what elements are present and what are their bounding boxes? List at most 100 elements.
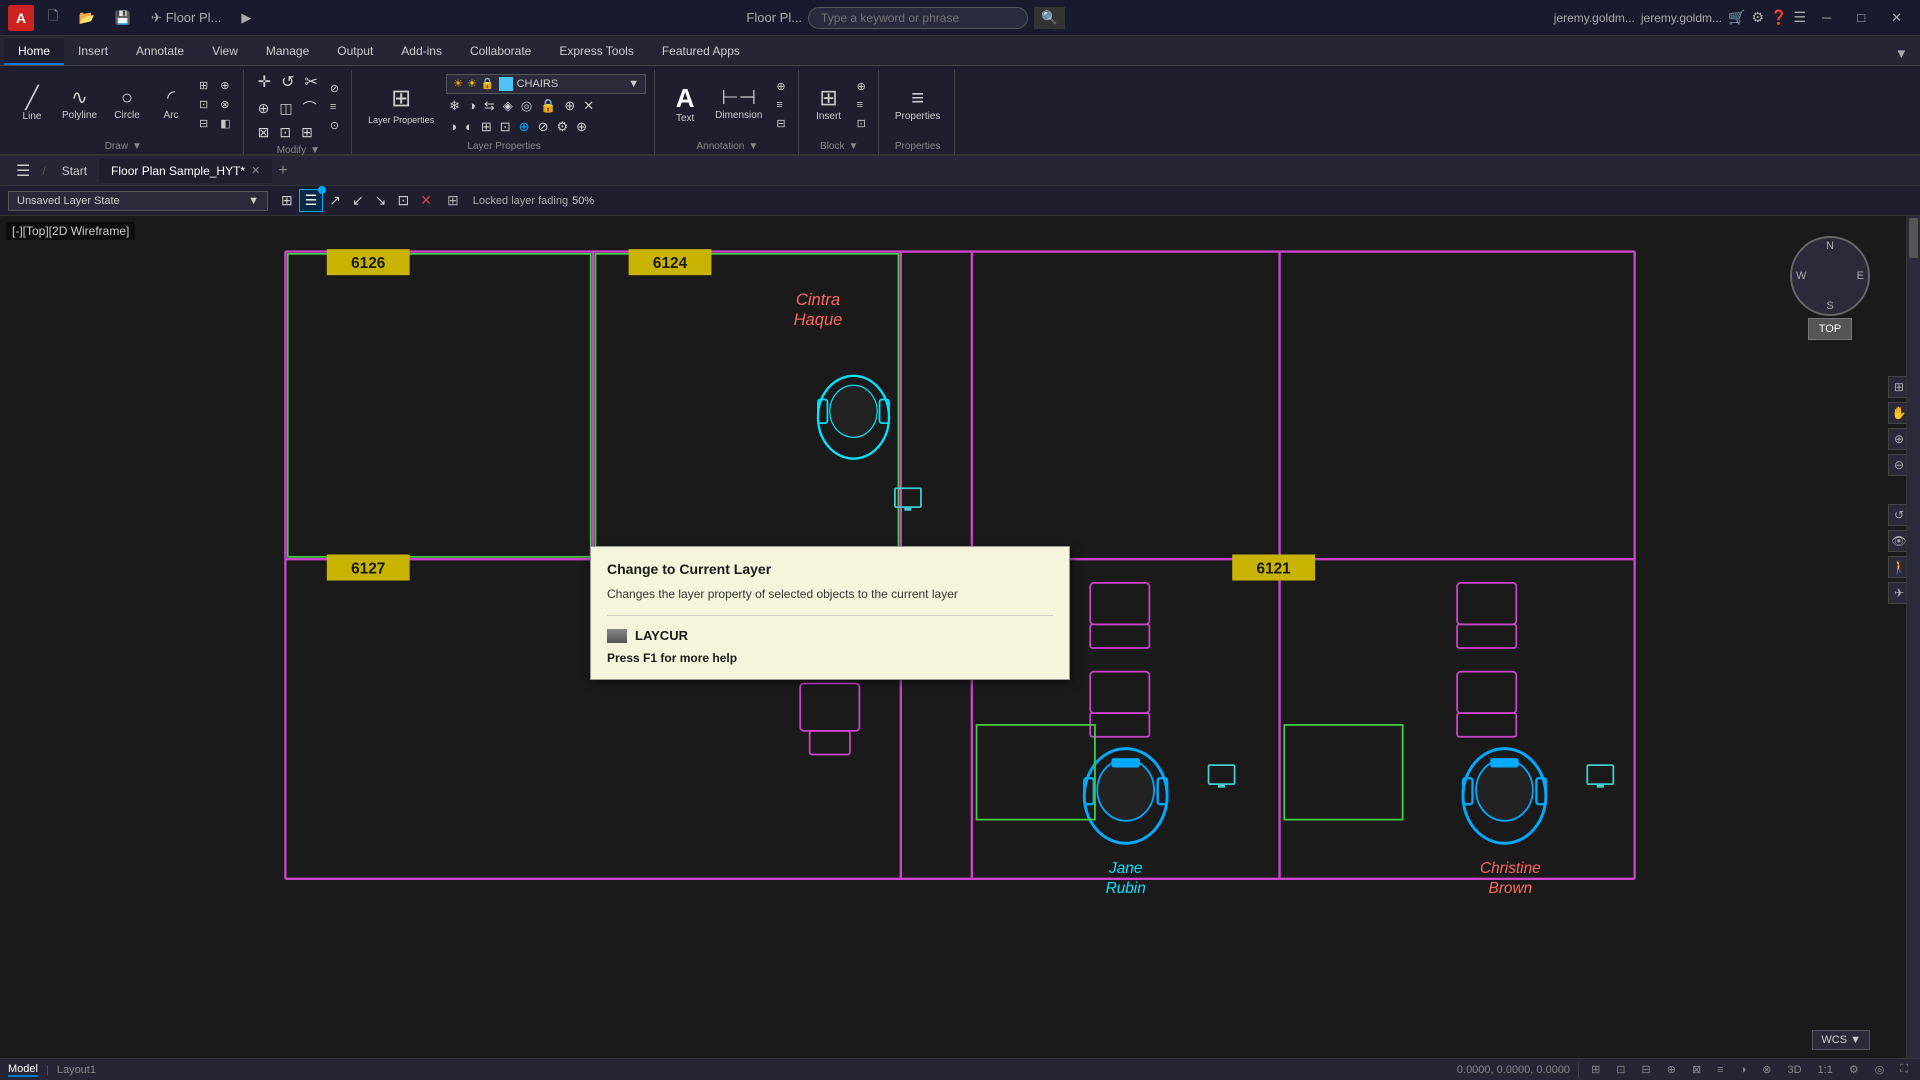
block-tool-1[interactable]: ⊕: [853, 78, 870, 95]
scale-btn[interactable]: ⊡: [275, 122, 295, 143]
quick-access-forward[interactable]: ▶: [235, 8, 257, 28]
help-button[interactable]: ❓: [1770, 9, 1787, 26]
cart-button[interactable]: 🛒: [1728, 9, 1745, 26]
tab-close-icon[interactable]: ✕: [251, 164, 260, 177]
lt-btn-1[interactable]: ⊞: [276, 189, 298, 212]
layer-freeze-btn[interactable]: ❄: [446, 97, 463, 115]
layer-prev-btn[interactable]: ⊘: [535, 118, 552, 136]
layout1-tab[interactable]: Layout1: [57, 1064, 96, 1076]
block-tool-3[interactable]: ⊡: [853, 115, 870, 132]
layer-lock-btn[interactable]: 🔒: [537, 97, 559, 115]
modify-dropdown-icon[interactable]: ▼: [310, 145, 320, 156]
tab-insert[interactable]: Insert: [64, 39, 122, 65]
lt-btn-close[interactable]: ✕: [415, 189, 437, 212]
layer-transfer-btn[interactable]: ⇆: [481, 97, 498, 115]
polyline-button[interactable]: ∿ Polyline: [56, 84, 103, 125]
layer-iso2-btn[interactable]: ◑: [446, 118, 460, 136]
wcs-button[interactable]: WCS ▼: [1812, 1030, 1870, 1050]
draw-dropdown-icon[interactable]: ▼: [132, 141, 142, 152]
nav-top-btn[interactable]: TOP: [1808, 318, 1852, 340]
transparency-btn[interactable]: ◑: [1736, 1064, 1751, 1076]
tab-manage[interactable]: Manage: [252, 39, 323, 65]
mirror-btn[interactable]: ◫: [275, 96, 296, 120]
erase-btn[interactable]: ⊘: [326, 80, 343, 97]
tab-annotate[interactable]: Annotate: [122, 39, 198, 65]
lt-btn-2[interactable]: ☰: [299, 189, 324, 212]
layer-state-dropdown[interactable]: Unsaved Layer State ▼: [8, 191, 268, 211]
tab-featured[interactable]: Featured Apps: [648, 39, 754, 65]
insert-button[interactable]: ⊞ Insert: [809, 83, 849, 126]
polar-btn[interactable]: ⊕: [1663, 1063, 1680, 1076]
fillet-btn[interactable]: ⌒: [299, 96, 321, 120]
rotate-btn[interactable]: ↺: [277, 70, 298, 94]
explode-btn[interactable]: ⊙: [326, 117, 343, 134]
tab-addins[interactable]: Add-ins: [387, 39, 456, 65]
stretch-btn[interactable]: ⊠: [254, 122, 274, 143]
close-button[interactable]: ✕: [1881, 6, 1912, 30]
copy-btn[interactable]: ⊕: [254, 96, 274, 120]
layer-settings-btn[interactable]: ⚙: [553, 118, 571, 136]
quick-access-save[interactable]: 💾: [109, 8, 137, 28]
lt-btn-5[interactable]: ↘: [370, 189, 392, 212]
quick-access-open[interactable]: 📂: [72, 8, 100, 28]
scrollbar-thumb-v[interactable]: [1909, 218, 1918, 258]
layer-off-btn[interactable]: ◑: [465, 97, 479, 115]
menu-button[interactable]: ☰: [1793, 9, 1806, 26]
layer-match2-btn[interactable]: ⊡: [497, 118, 514, 136]
offset-btn[interactable]: ≡: [326, 99, 343, 115]
canvas[interactable]: [-][Top][2D Wireframe]: [0, 216, 1920, 1080]
vertical-scrollbar[interactable]: [1906, 216, 1920, 1058]
ribbon-overflow-btn[interactable]: ▼: [1887, 42, 1916, 65]
dimension-button[interactable]: ⊢⊣ Dimension: [709, 84, 768, 125]
lt-btn-3[interactable]: ↗: [324, 189, 346, 212]
tab-view[interactable]: View: [198, 39, 252, 65]
search-button[interactable]: 🔍: [1034, 7, 1065, 29]
properties-button[interactable]: ≡ Properties: [889, 83, 947, 126]
anno-tool-2[interactable]: ≡: [772, 97, 789, 113]
block-dropdown-icon[interactable]: ▼: [848, 141, 858, 152]
layer-walkon-btn[interactable]: ⊞: [478, 118, 495, 136]
workspace-btn[interactable]: ⚙: [1845, 1063, 1863, 1076]
new-tab-button[interactable]: +: [272, 162, 293, 180]
lt-btn-6[interactable]: ⊡: [393, 189, 415, 212]
osnap-btn[interactable]: ⊠: [1688, 1063, 1705, 1076]
isolate-btn[interactable]: ◎: [1871, 1063, 1889, 1076]
ortho-btn[interactable]: ⊟: [1638, 1063, 1655, 1076]
minimize-button[interactable]: ─: [1812, 6, 1841, 29]
tab-start[interactable]: Start: [50, 159, 99, 183]
draw-tool-2[interactable]: ⊡: [195, 96, 212, 113]
text-button[interactable]: A Text: [665, 81, 705, 128]
maximize-button[interactable]: □: [1847, 6, 1875, 29]
draw-tool-4[interactable]: ⊕: [216, 77, 234, 94]
annotation-dropdown-icon[interactable]: ▼: [748, 141, 758, 152]
arc-button[interactable]: ◜ Arc: [151, 84, 191, 125]
fullscreen-btn[interactable]: ⛶: [1896, 1063, 1912, 1076]
tab-collaborate[interactable]: Collaborate: [456, 39, 545, 65]
draw-tool-6[interactable]: ◧: [216, 115, 234, 132]
layer-merge-btn[interactable]: ⊕: [561, 97, 578, 115]
model-tab[interactable]: Model: [8, 1063, 38, 1077]
move-btn[interactable]: ✛: [254, 70, 275, 94]
anno-tool-1[interactable]: ⊕: [772, 78, 789, 95]
line-button[interactable]: ╱ Line: [12, 83, 52, 126]
layer-delete-btn[interactable]: ✕: [580, 97, 597, 115]
layer-match-btn[interactable]: ◈: [500, 97, 516, 115]
layer-dropdown[interactable]: ☀ ☀ 🔒 CHAIRS ▼: [446, 74, 646, 94]
tab-express[interactable]: Express Tools: [545, 39, 647, 65]
3d-btn[interactable]: 3D: [1783, 1064, 1805, 1076]
layer-more-btn[interactable]: ⊕: [573, 118, 590, 136]
settings-button[interactable]: ⚙: [1751, 9, 1764, 26]
tab-output[interactable]: Output: [323, 39, 387, 65]
quick-access-share[interactable]: ✈ Floor Pl...: [145, 8, 228, 28]
snap-btn[interactable]: ⊞: [1587, 1063, 1604, 1076]
menu-toggle-btn[interactable]: ☰: [8, 157, 38, 185]
layer-current-btn[interactable]: ⊕: [516, 118, 533, 136]
layer-unisolate-btn[interactable]: ◐: [462, 118, 476, 136]
trim-btn[interactable]: ✂: [300, 70, 321, 94]
block-tool-2[interactable]: ≡: [853, 97, 870, 113]
tab-floor-plan[interactable]: Floor Plan Sample_HYT* ✕: [99, 159, 272, 183]
circle-button[interactable]: ○ Circle: [107, 84, 147, 125]
annotation-scale-btn[interactable]: 1:1: [1814, 1064, 1837, 1076]
icon-btn-small[interactable]: ⊞: [445, 190, 461, 211]
grid-btn[interactable]: ⊡: [1612, 1063, 1629, 1076]
